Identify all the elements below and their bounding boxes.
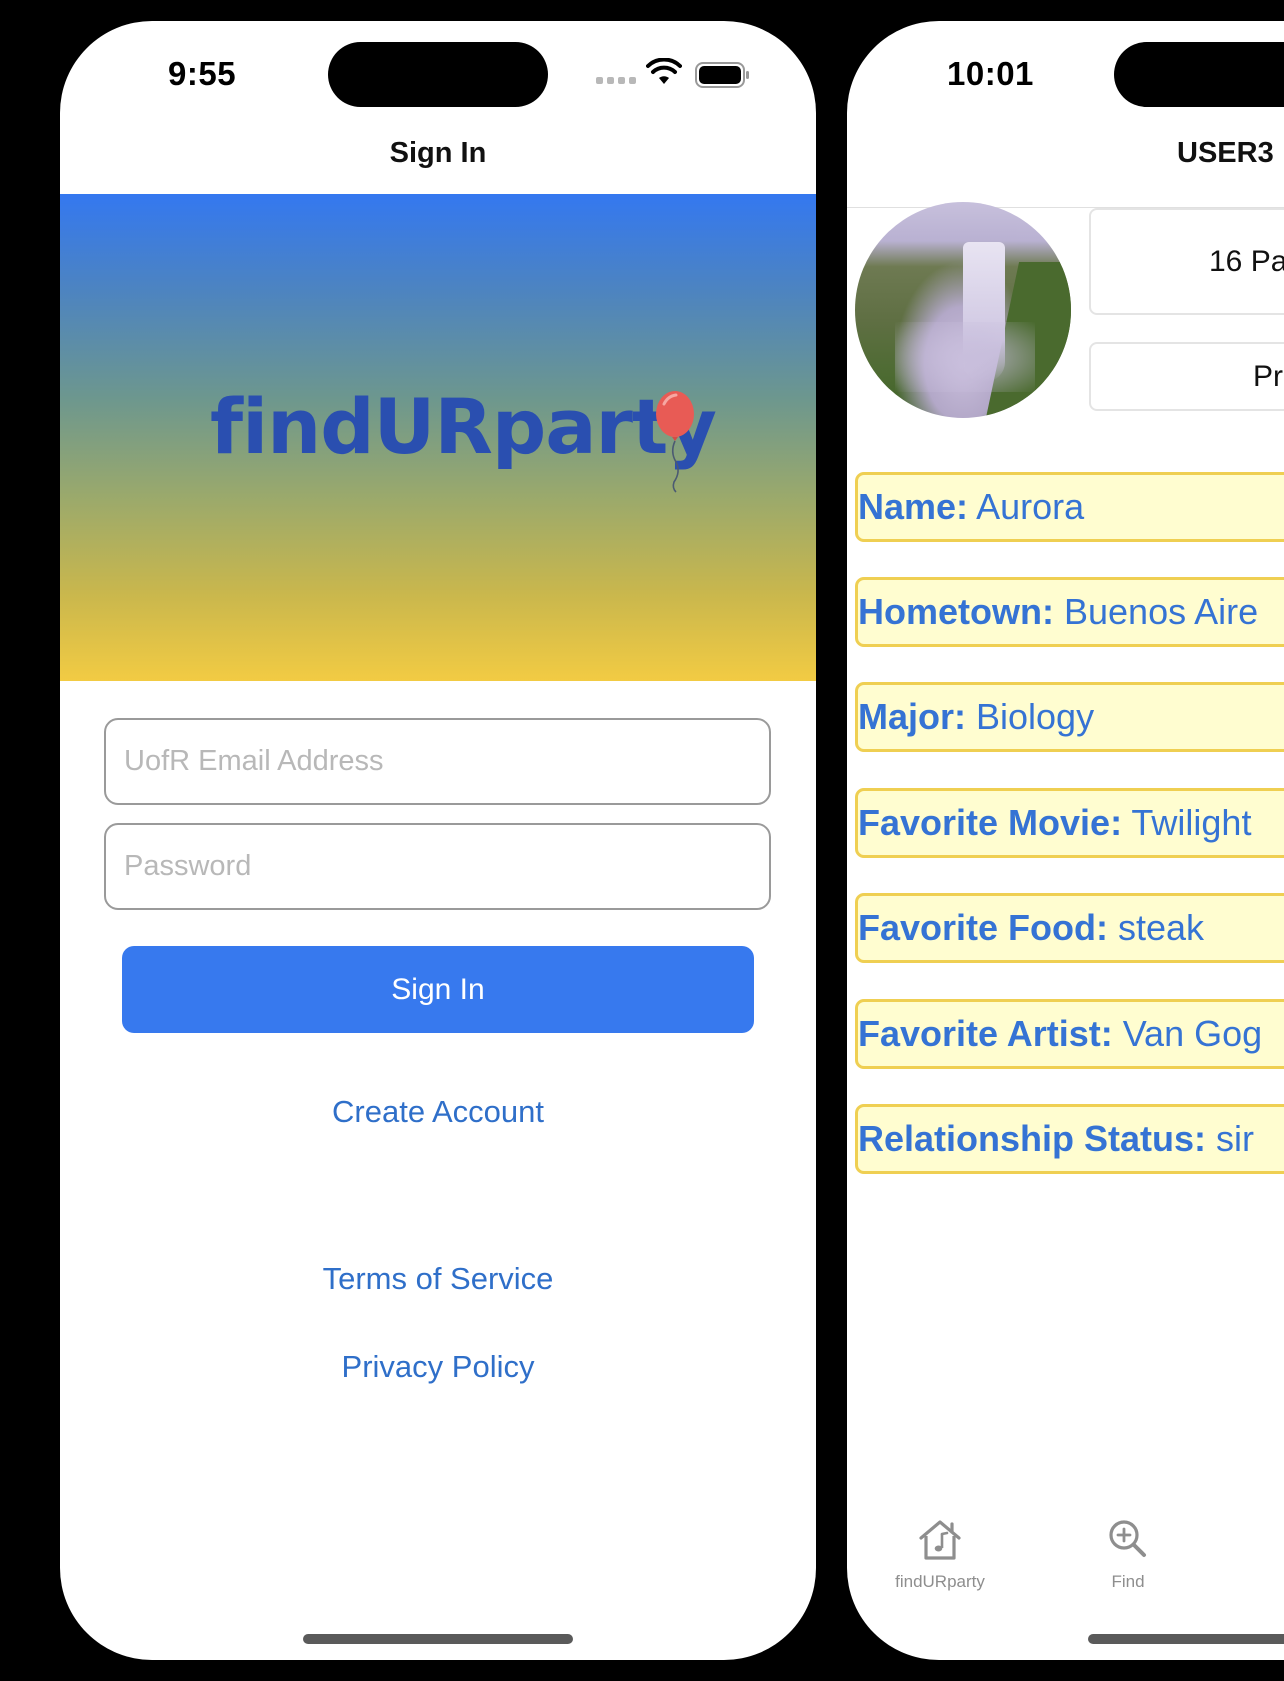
sign-in-button[interactable]: Sign In <box>122 946 754 1033</box>
attribute-value: sir <box>1206 1118 1255 1159</box>
status-time: 9:55 <box>168 55 237 92</box>
tab-label: Find <box>1111 1572 1145 1591</box>
attribute-row-hometown: Hometown: Buenos Aire <box>855 577 1284 647</box>
attribute-key: Favorite Food: <box>858 907 1108 948</box>
page-title: USER3 <box>1177 137 1274 169</box>
profile-button[interactable]: Pr <box>1089 342 1284 411</box>
attribute-value: Aurora <box>968 486 1085 527</box>
attribute-key: Favorite Artist: <box>858 1013 1113 1054</box>
attribute-key: Favorite Movie: <box>858 802 1123 843</box>
privacy-policy-link[interactable]: Privacy Policy <box>60 1349 816 1385</box>
sign-in-screen: 9:55 Sign In findURparty Sign In Create … <box>60 21 816 1660</box>
home-indicator[interactable] <box>1088 1634 1284 1644</box>
attribute-key: Relationship Status: <box>858 1118 1207 1159</box>
attribute-value: Twilight <box>1122 802 1252 843</box>
magnifier-plus-icon <box>1109 1520 1146 1557</box>
attribute-key: Name: <box>858 486 969 527</box>
status-time: 10:01 <box>947 55 1034 92</box>
tab-label: findURparty <box>895 1572 985 1591</box>
attribute-key: Major: <box>858 696 966 737</box>
house-music-icon <box>919 1520 961 1560</box>
parties-count-button[interactable]: 16 Pa <box>1089 208 1284 315</box>
tab-find[interactable]: Find <box>1068 1516 1188 1592</box>
app-logo: findURparty <box>210 382 717 471</box>
attribute-value: Biology <box>966 696 1095 737</box>
attribute-key: Hometown: <box>858 591 1054 632</box>
terms-of-service-link[interactable]: Terms of Service <box>60 1261 816 1297</box>
create-account-link[interactable]: Create Account <box>60 1094 816 1130</box>
dynamic-island <box>328 42 548 107</box>
logo-banner: findURparty <box>60 194 816 681</box>
parties-count-label: 16 Pa <box>1209 245 1284 278</box>
page-title: Sign In <box>389 137 487 169</box>
email-field[interactable] <box>104 718 771 805</box>
tab-findurparty[interactable]: findURparty <box>880 1516 1000 1592</box>
attribute-row-favorite-movie: Favorite Movie: Twilight <box>855 788 1284 858</box>
cellular-signal-icon <box>596 77 636 84</box>
attribute-value: steak <box>1108 907 1205 948</box>
avatar <box>855 202 1071 418</box>
attribute-row-favorite-artist: Favorite Artist: Van Gog <box>855 999 1284 1069</box>
password-field[interactable] <box>104 823 771 910</box>
dynamic-island <box>1114 42 1284 107</box>
attribute-row-major: Major: Biology <box>855 682 1284 752</box>
profile-button-label: Pr <box>1253 360 1283 393</box>
attribute-value: Buenos Aire <box>1053 591 1259 632</box>
attribute-row-name: Name: Aurora <box>855 472 1284 542</box>
wifi-icon <box>646 58 682 84</box>
battery-icon <box>695 62 749 88</box>
avatar-mist <box>895 322 1035 392</box>
home-indicator[interactable] <box>303 1634 573 1644</box>
attribute-row-relationship-status: Relationship Status: sir <box>855 1104 1284 1174</box>
balloon-icon <box>656 391 694 493</box>
profile-screen: 10:01 USER3 16 Pa Pr Name: Aurora Hometo… <box>847 21 1284 1660</box>
attribute-row-favorite-food: Favorite Food: steak <box>855 893 1284 963</box>
attribute-value: Van Gog <box>1112 1013 1263 1054</box>
